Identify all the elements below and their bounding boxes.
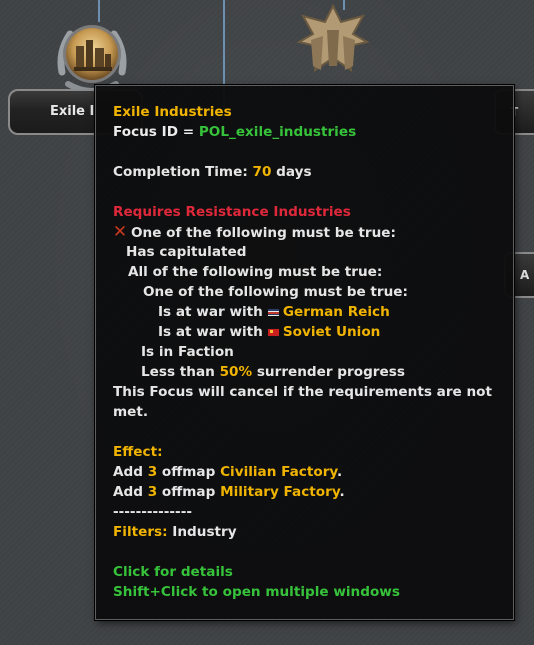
- effect-count: 3: [147, 464, 158, 480]
- requirement-all-of: All of the following must be true:: [128, 264, 383, 280]
- filters-line: Filters: Industry: [113, 522, 513, 542]
- at-war-text: Is at war with: [158, 324, 263, 340]
- completion-time-unit: days: [271, 164, 312, 180]
- requires-label: Requires Resistance Industries: [113, 204, 351, 220]
- requirement-in-faction: Is in Faction: [141, 344, 234, 360]
- requirement-one-of: ✕ One of the following must be true:: [111, 222, 513, 242]
- filters-value: Industry: [172, 524, 237, 540]
- requirement-one-of-nested: One of the following must be true:: [143, 284, 408, 300]
- effect-civilian-factory: Add 3 offmap Civilian Factory.: [113, 462, 513, 482]
- filters-label: Filters:: [113, 524, 173, 540]
- focus-id-value: POL_exile_industries: [198, 124, 357, 140]
- completion-time-line: Completion Time: 70 days: [113, 162, 513, 182]
- effect-prefix: Add: [113, 484, 148, 500]
- click-for-details-hint: Click for details: [113, 564, 233, 580]
- tooltip-title: Exile Industries: [113, 104, 232, 120]
- cancel-warning-line-2: met.: [113, 404, 149, 420]
- requirement-capitulated: Has capitulated: [126, 244, 247, 260]
- effect-label: Effect:: [113, 444, 163, 460]
- effect-mid: offmap: [157, 484, 221, 500]
- requirement-one-of-text: One of the following must be true:: [131, 225, 396, 241]
- red-cross-icon: ✕: [112, 222, 128, 242]
- requirement-war-soviet-union: Is at war with Soviet Union: [113, 322, 513, 342]
- surrender-prefix: Less than: [141, 364, 220, 380]
- completion-time-label: Completion Time:: [113, 164, 253, 180]
- shift-click-hint: Shift+Click to open multiple windows: [113, 584, 400, 600]
- effect-end: .: [339, 484, 345, 500]
- focus-tooltip: Exile Industries Focus ID = POL_exile_in…: [95, 85, 514, 620]
- effect-item: Civilian Factory: [220, 464, 338, 480]
- effect-item: Military Factory: [220, 484, 340, 500]
- cancel-warning-line-1: This Focus will cancel if the requiremen…: [113, 384, 492, 400]
- requirement-war-german-reich: Is at war with German Reich: [113, 302, 513, 322]
- focus-name-text: Exile I: [50, 104, 95, 119]
- effect-mid: offmap: [157, 464, 221, 480]
- effect-military-factory: Add 3 offmap Military Factory.: [113, 482, 513, 502]
- eagle-focus-icon[interactable]: [293, 0, 373, 82]
- effect-prefix: Add: [113, 464, 148, 480]
- surrender-suffix: surrender progress: [252, 364, 405, 380]
- german-reich-flag-icon: [266, 308, 280, 317]
- focus-id-line: Focus ID = POL_exile_industries: [113, 122, 513, 142]
- country-name: Soviet Union: [282, 324, 381, 340]
- adjacent-focus-text-lower: A: [520, 268, 530, 282]
- requirement-surrender: Less than 50% surrender progress: [113, 362, 513, 382]
- country-name: German Reich: [282, 304, 390, 320]
- surrender-percent: 50%: [219, 364, 253, 380]
- separator: --------------: [113, 504, 192, 520]
- effect-end: .: [337, 464, 343, 480]
- focus-id-label: Focus ID =: [113, 124, 199, 140]
- soviet-union-flag-icon: [266, 328, 280, 337]
- effect-count: 3: [147, 484, 158, 500]
- completion-time-value: 70: [252, 164, 272, 180]
- at-war-text: Is at war with: [158, 304, 263, 320]
